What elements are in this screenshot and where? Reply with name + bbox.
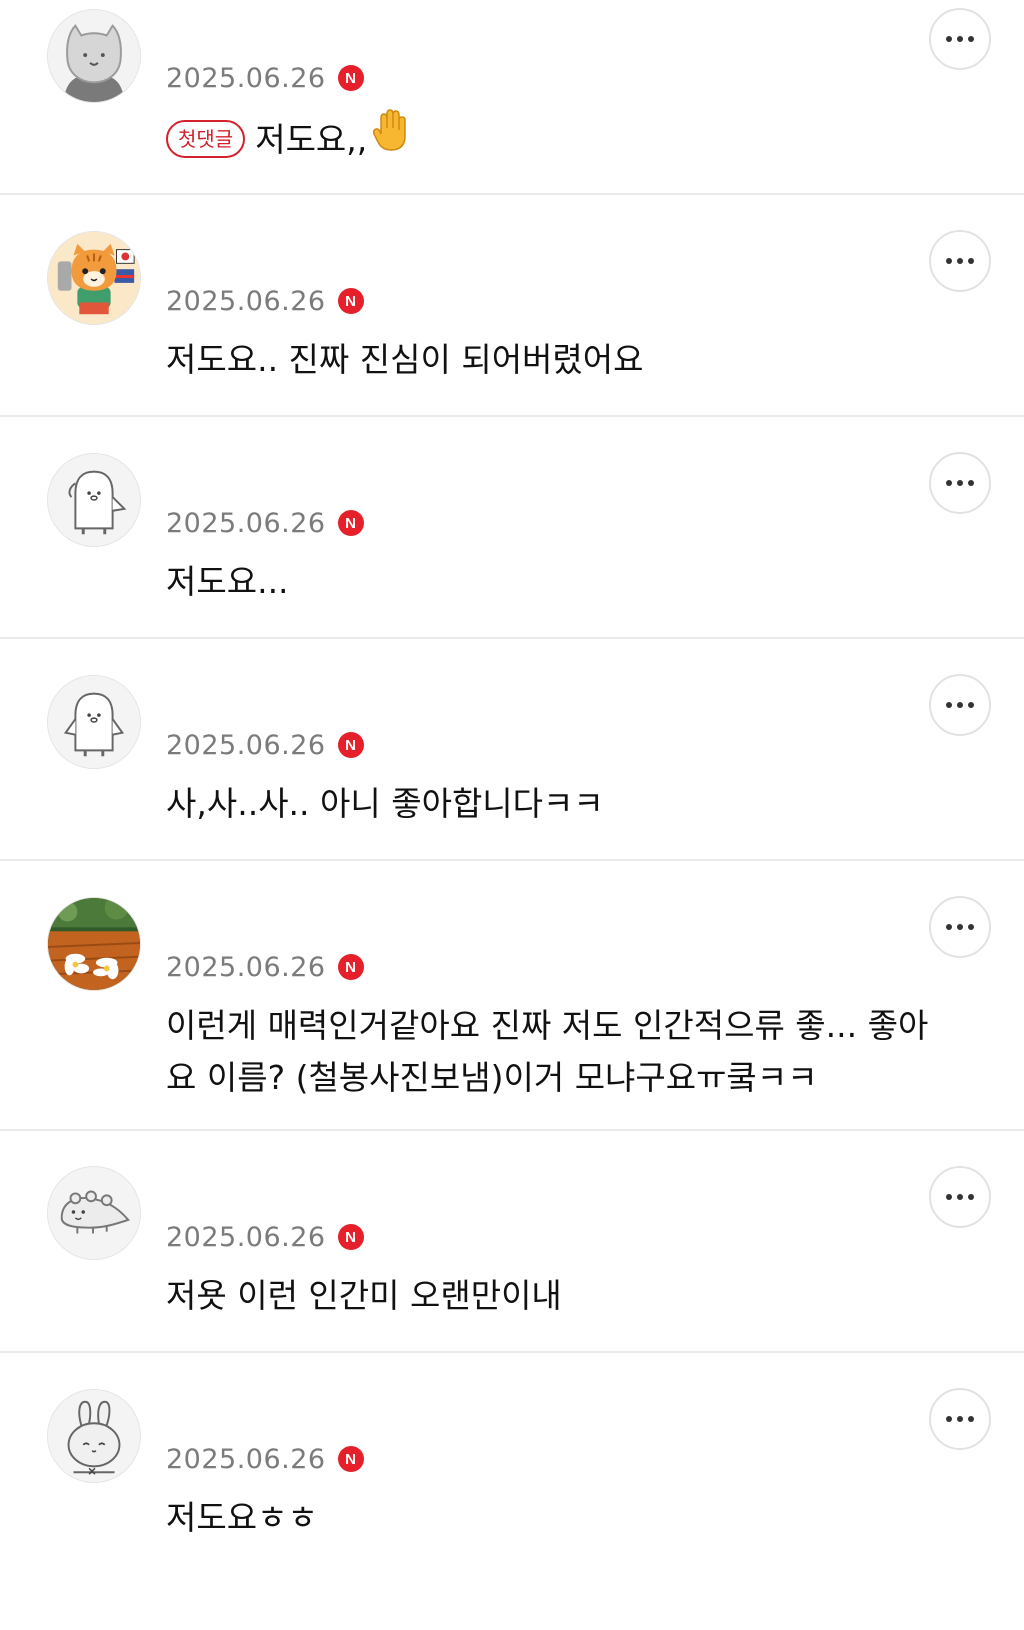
comment-text: 저욧 이런 인간미 오랜만이내: [166, 1276, 562, 1315]
more-options-button[interactable]: [929, 1388, 991, 1450]
comment-text: 사,사..사.. 아니 좋아합니다ㅋㅋ: [166, 784, 604, 823]
divider: [0, 193, 1024, 195]
more-options-button[interactable]: [929, 1166, 991, 1228]
more-horizontal-icon: [946, 924, 974, 930]
penguin-avatar[interactable]: [47, 675, 141, 769]
comment-meta: 2025.06.26 N: [166, 728, 364, 762]
more-horizontal-icon: [946, 36, 974, 42]
comment-list: 2025.06.26 N 첫댓글 저도요,, 2025.06.26 N 저도요.…: [0, 0, 1024, 1630]
rabbit-avatar[interactable]: [47, 1389, 141, 1483]
comment-date: 2025.06.26: [166, 507, 326, 539]
new-badge-icon: N: [337, 954, 364, 980]
raised-hand-icon: [371, 108, 411, 167]
divider: [0, 637, 1024, 639]
divider: [0, 1351, 1024, 1353]
comment-meta: 2025.06.26 N: [166, 284, 364, 318]
new-badge-icon: N: [337, 1224, 364, 1250]
comment-text: 저도요...: [166, 562, 289, 601]
more-options-button[interactable]: [929, 896, 991, 958]
comment-meta: 2025.06.26 N: [166, 1220, 364, 1254]
more-options-button[interactable]: [929, 452, 991, 514]
comment-date: 2025.06.26: [166, 1443, 326, 1475]
comment-meta: 2025.06.26 N: [166, 950, 364, 984]
more-horizontal-icon: [946, 1194, 974, 1200]
comment-date: 2025.06.26: [166, 1221, 326, 1253]
comment-text: 저도요.. 진짜 진심이 되어버렸어요: [166, 340, 644, 379]
comment-date: 2025.06.26: [166, 62, 326, 94]
more-options-button[interactable]: [929, 674, 991, 736]
comment-date: 2025.06.26: [166, 951, 326, 983]
comment-date: 2025.06.26: [166, 285, 326, 317]
more-options-button[interactable]: [929, 230, 991, 292]
gray-cat-avatar[interactable]: [47, 9, 141, 103]
divider: [0, 859, 1024, 861]
flower-photo-avatar[interactable]: [47, 897, 141, 991]
first-comment-tag: 첫댓글: [166, 119, 246, 158]
penguin-avatar[interactable]: [47, 453, 141, 547]
comment-text: 저도요ㅎㅎ: [166, 1498, 318, 1537]
more-horizontal-icon: [946, 702, 974, 708]
divider: [0, 415, 1024, 417]
new-badge-icon: N: [337, 1446, 364, 1472]
new-badge-icon: N: [337, 732, 364, 758]
more-options-button[interactable]: [929, 8, 991, 70]
new-badge-icon: N: [337, 65, 364, 91]
tiger-cat-with-flags-avatar[interactable]: [47, 231, 141, 325]
divider: [0, 1129, 1024, 1131]
comment-text: 저도요,,: [255, 120, 368, 159]
new-badge-icon: N: [337, 288, 364, 314]
more-horizontal-icon: [946, 1416, 974, 1422]
lizard-avatar[interactable]: [47, 1166, 141, 1260]
comment-meta: 2025.06.26 N: [166, 506, 364, 540]
new-badge-icon: N: [337, 510, 364, 536]
more-horizontal-icon: [946, 258, 974, 264]
more-horizontal-icon: [946, 480, 974, 486]
comment-text-row: 첫댓글 저도요,,: [166, 109, 974, 171]
comment-date: 2025.06.26: [166, 729, 326, 761]
comment-text: 이런게 매력인거같아요 진짜 저도 인간적으류 좋... 좋아요 이름? (철봉…: [166, 1006, 929, 1097]
comment-meta: 2025.06.26 N: [166, 61, 364, 95]
comment-meta: 2025.06.26 N: [166, 1442, 364, 1476]
